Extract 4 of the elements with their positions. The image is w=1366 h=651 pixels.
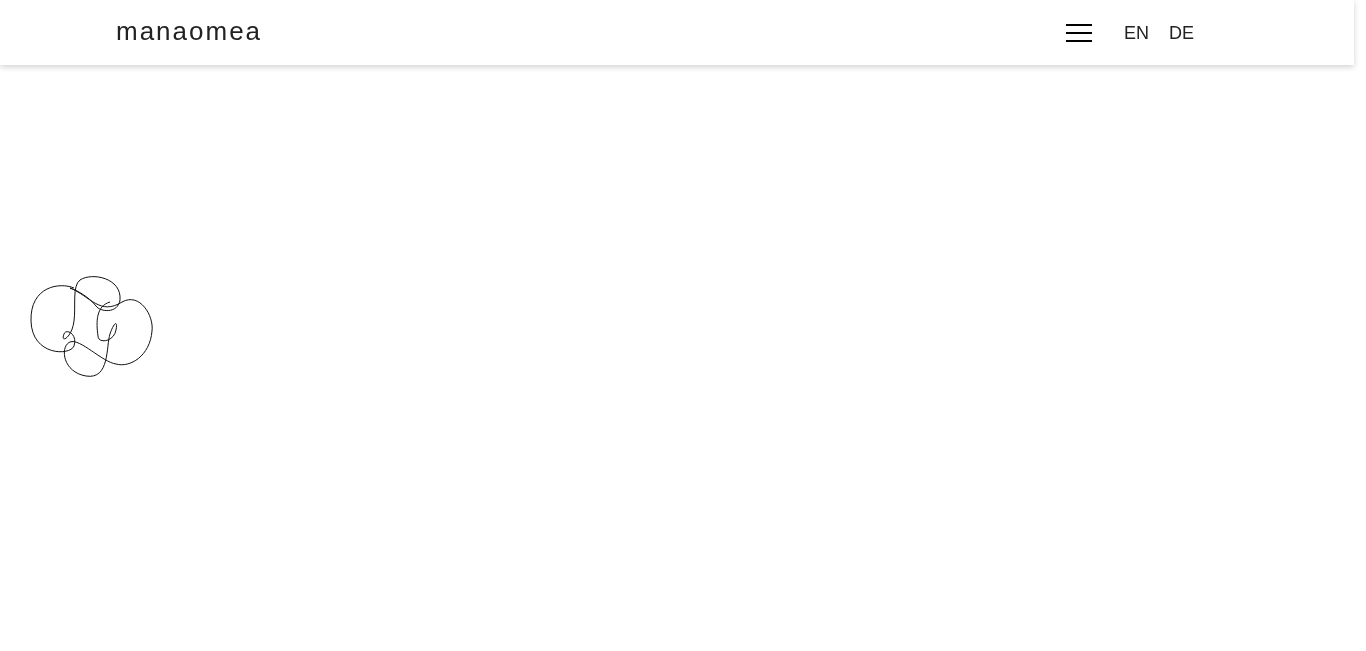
language-link[interactable]: DE	[1169, 23, 1194, 42]
menu-icon[interactable]	[1065, 23, 1092, 42]
language-link[interactable]: EN	[1123, 23, 1149, 42]
site-logo[interactable]: manaomea	[116, 17, 263, 44]
